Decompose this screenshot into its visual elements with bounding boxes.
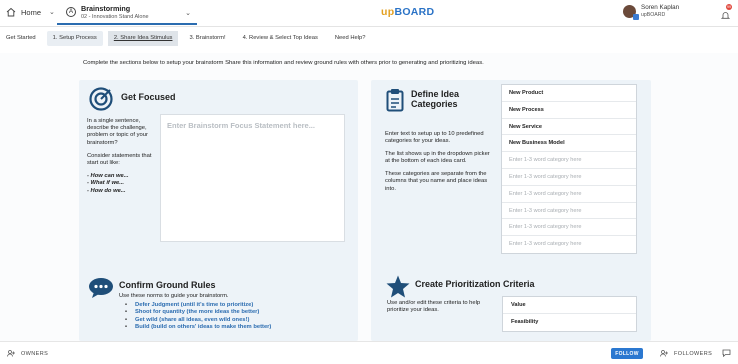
ground-rule-item: Shoot for quantity (the more ideas the b… bbox=[125, 309, 271, 315]
top-bar: Home ⌄ A Brainstorming 02 - Innovation S… bbox=[0, 0, 738, 27]
criteria-field[interactable]: Value bbox=[503, 297, 636, 314]
define-categories-title: Define Idea Categories bbox=[411, 89, 460, 109]
categories-description: Enter text to setup up to 10 predefined … bbox=[385, 131, 493, 199]
tab-brainstorm[interactable]: 3. Brainstorm! bbox=[183, 31, 231, 46]
logo-board: BOARD bbox=[394, 6, 435, 18]
bottom-bar: OWNERS FOLLOW FOLLOWERS bbox=[0, 341, 738, 364]
ground-rules-panel: Confirm Ground Rules Use these norms to … bbox=[79, 267, 358, 341]
notification-count: 99 bbox=[726, 4, 732, 10]
categories-desc-3: These categories are separate from the c… bbox=[385, 171, 488, 192]
category-field[interactable]: New Service bbox=[502, 119, 636, 136]
ground-rules-title: Confirm Ground Rules bbox=[119, 280, 216, 290]
tab-get-started[interactable]: Get Started bbox=[0, 31, 42, 46]
ground-rules-subtitle: Use these norms to guide your brainstorm… bbox=[119, 293, 229, 299]
get-focused-panel: Get Focused In a single sentence, descri… bbox=[79, 80, 358, 270]
categories-desc-1: Enter text to setup up to 10 predefined … bbox=[385, 131, 484, 145]
category-field[interactable]: Enter 1-3 word category here bbox=[502, 203, 636, 220]
ground-rules-list: Defer Judgment (until it's time to prior… bbox=[125, 302, 271, 331]
board-icon: A bbox=[66, 7, 76, 17]
category-list: New Product New Process New Service New … bbox=[501, 84, 637, 254]
prioritization-criteria-title: Create Prioritization Criteria bbox=[415, 279, 535, 289]
owners-icon bbox=[7, 350, 15, 357]
bell-icon bbox=[720, 12, 731, 19]
followers-button[interactable]: FOLLOWERS bbox=[660, 350, 712, 357]
focus-example-3: - How do we... bbox=[87, 187, 126, 194]
org-badge-icon bbox=[633, 13, 639, 20]
ground-rule-item: Get wild (share all ideas, even wild one… bbox=[125, 317, 271, 323]
star-icon bbox=[386, 275, 410, 298]
focus-desc-2: Consider statements that start out like: bbox=[87, 152, 152, 167]
speech-bubble-icon bbox=[89, 278, 113, 298]
criteria-list: Value Feasibility bbox=[502, 296, 637, 332]
board-subtitle: 02 - Innovation Stand Alone bbox=[81, 14, 149, 20]
follow-button[interactable]: FOLLOW bbox=[611, 348, 643, 359]
tab-share-idea-stimulus[interactable]: 2. Share Idea Stimulus bbox=[107, 31, 179, 46]
user-menu[interactable]: Soren Kaplan upBOARD bbox=[623, 4, 680, 20]
ground-rule-item: Build (build on others' ideas to make th… bbox=[125, 324, 271, 330]
focus-desc-1: In a single sentence, describe the chall… bbox=[87, 118, 148, 146]
tab-share-idea-stimulus-label: 2. Share Idea Stimulus bbox=[113, 35, 173, 41]
target-icon bbox=[89, 87, 113, 111]
followers-label: FOLLOWERS bbox=[674, 350, 713, 357]
chevron-down-icon: ⌄ bbox=[185, 10, 191, 17]
category-field[interactable]: New Product bbox=[502, 85, 636, 102]
category-field[interactable]: Enter 1-3 word category here bbox=[502, 186, 636, 203]
criteria-description: Use and/or edit these criteria to help p… bbox=[387, 300, 481, 313]
focus-example-1: - How can we... bbox=[87, 173, 129, 180]
board-selector[interactable]: A Brainstorming 02 - Innovation Stand Al… bbox=[57, 1, 197, 25]
ground-rule-item: Defer Judgment (until it's time to prior… bbox=[125, 302, 271, 308]
home-label: Home bbox=[21, 7, 42, 17]
followers-icon bbox=[660, 350, 668, 357]
tab-setup-process[interactable]: 1. Setup Process bbox=[46, 31, 103, 46]
focus-description: In a single sentence, describe the chall… bbox=[87, 118, 153, 195]
board-title: Brainstorming bbox=[81, 4, 131, 13]
category-field[interactable]: Enter 1-3 word category here bbox=[502, 236, 636, 253]
owners-button[interactable]: OWNERS bbox=[7, 350, 48, 357]
home-menu[interactable]: Home ⌄ bbox=[6, 7, 55, 17]
focus-statement-input[interactable]: Enter Brainstorm Focus Statement here... bbox=[160, 114, 345, 242]
category-field[interactable]: Enter 1-3 word category here bbox=[502, 152, 636, 169]
owners-label: OWNERS bbox=[21, 350, 49, 357]
categories-desc-2: The list shows up in the dropdown picker… bbox=[385, 151, 490, 165]
chevron-down-icon: ⌄ bbox=[49, 9, 55, 16]
category-field[interactable]: New Process bbox=[502, 102, 636, 119]
intro-text: Complete the sections below to setup you… bbox=[83, 60, 484, 66]
main-content: Complete the sections below to setup you… bbox=[0, 53, 738, 341]
define-categories-panel: Define Idea Categories Enter text to set… bbox=[371, 80, 651, 270]
get-focused-title: Get Focused bbox=[121, 92, 176, 102]
prioritization-criteria-panel: Create Prioritization Criteria Use and/o… bbox=[371, 267, 651, 341]
category-field[interactable]: Enter 1-3 word category here bbox=[502, 219, 636, 237]
app-logo[interactable]: upBOARD bbox=[381, 6, 434, 18]
logo-up: up bbox=[381, 6, 395, 18]
user-org: upBOARD bbox=[641, 12, 666, 18]
criteria-field[interactable]: Feasibility bbox=[503, 314, 636, 331]
tab-review-select[interactable]: 4. Review & Select Top Ideas bbox=[237, 31, 324, 46]
home-icon bbox=[6, 7, 16, 17]
process-tabs: Get Started 1. Setup Process 2. Share Id… bbox=[0, 31, 376, 48]
avatar bbox=[623, 4, 639, 20]
clipboard-icon bbox=[386, 89, 404, 112]
focus-example-2: - What if we... bbox=[87, 180, 125, 187]
user-name: Soren Kaplan bbox=[641, 4, 680, 11]
category-field[interactable]: Enter 1-3 word category here bbox=[502, 169, 636, 186]
chat-icon[interactable] bbox=[722, 349, 731, 357]
notifications-button[interactable]: 99 bbox=[720, 4, 732, 19]
category-field[interactable]: New Business Model bbox=[502, 135, 636, 153]
tab-need-help[interactable]: Need Help? bbox=[329, 31, 372, 46]
